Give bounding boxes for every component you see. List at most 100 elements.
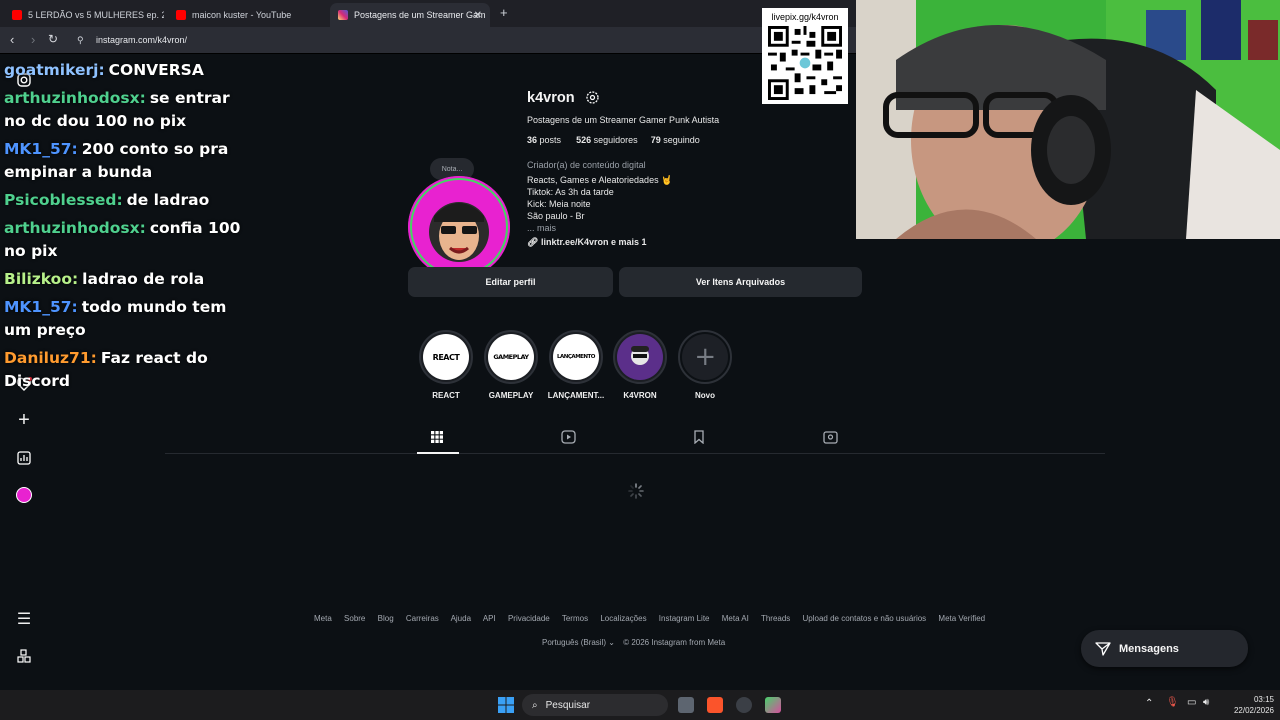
clock[interactable]: 03:15 22/02/2026 [1222, 694, 1274, 716]
threads-apps-icon[interactable] [14, 646, 34, 666]
following-count[interactable]: 79 [651, 135, 661, 145]
youtube-icon [176, 10, 186, 20]
highlight-gameplay[interactable]: GAMEPLAY [484, 330, 538, 384]
forward-icon[interactable]: › [31, 32, 35, 47]
chat-user: arthuzinhodosx: [4, 219, 146, 237]
profile-category: Criador(a) de conteúdo digital [527, 160, 646, 170]
browser-tab-1[interactable]: 5 LERDÃO vs 5 MULHERES ep. 2 - You [4, 3, 164, 27]
profile-link-text[interactable]: linktr.ee/K4vron e mais 1 [541, 237, 647, 247]
link-icon: 🔗︎ [527, 237, 539, 247]
bio-line: Kick: Meia noite [527, 199, 591, 209]
tab-title: maicon kuster - YouTube [192, 10, 292, 20]
footer-link[interactable]: Meta Verified [938, 614, 985, 623]
browser-tab-2[interactable]: maicon kuster - YouTube [168, 3, 328, 27]
footer-link[interactable]: Sobre [344, 614, 365, 623]
highlight-react[interactable]: REACT [419, 330, 473, 384]
footer-link[interactable]: API [483, 614, 496, 623]
saved-bookmark-icon[interactable] [693, 430, 709, 446]
footer-link[interactable]: Threads [761, 614, 790, 623]
profile-link[interactable]: 🔗︎ linktr.ee/K4vron e mais 1 [527, 237, 647, 248]
edit-profile-button[interactable]: Editar perfil [408, 267, 613, 297]
close-tab-icon[interactable]: ✕ [474, 10, 482, 21]
windows-start-icon[interactable] [498, 697, 514, 713]
messages-label: Mensagens [1119, 642, 1179, 655]
active-tab-indicator [417, 452, 459, 454]
clock-date: 22/02/2026 [1233, 706, 1274, 715]
followers-label[interactable]: seguidores [594, 135, 638, 145]
chat-message: arthuzinhodosx: se entrar no dc dou 100 n… [4, 87, 254, 133]
copyright-text: © 2026 Instagram from Meta [623, 638, 726, 647]
chat-user: MK1_57: [4, 298, 78, 316]
footer-link[interactable]: Meta AI [722, 614, 749, 623]
footer-link[interactable]: Blog [378, 614, 394, 623]
obs-icon[interactable] [736, 697, 752, 713]
footer-link[interactable]: Localizações [600, 614, 646, 623]
settings-gear-icon[interactable] [585, 90, 600, 110]
chat-message: Bilizkoo: ladrao de rola [4, 268, 254, 291]
browser-tab-active[interactable]: Postagens de um Streamer Gam ✕ [330, 3, 490, 27]
footer-meta: Português (Brasil) ⌄ © 2026 Instagram fr… [542, 638, 725, 647]
footer-link[interactable]: Carreiras [406, 614, 439, 623]
chat-text: ladrao de rola [82, 270, 205, 288]
highlight-art: LANÇAMENTO [553, 334, 599, 380]
site-info-icon[interactable]: ⚲ [77, 35, 84, 46]
create-icon[interactable]: + [14, 409, 34, 431]
footer-link[interactable]: Termos [562, 614, 588, 623]
footer-link[interactable]: Privacidade [508, 614, 550, 623]
posts-grid-icon[interactable] [430, 430, 446, 446]
followers-count[interactable]: 526 [576, 135, 591, 145]
highlight-k4vron[interactable] [613, 330, 667, 384]
chat-message: Psicoblessed: de ladrao [4, 189, 254, 212]
network-icon[interactable]: ▭ [1187, 697, 1196, 708]
microphone-icon[interactable]: 🎙︎ [1166, 697, 1179, 708]
footer-link[interactable]: Meta [314, 614, 332, 623]
following-label[interactable]: seguindo [663, 135, 700, 145]
chat-message: goatmikerj: CONVERSA [4, 59, 254, 82]
profile-avatar-icon[interactable] [14, 485, 34, 505]
bio-line: Reacts, Games e Aleatoriedades 🤘 [527, 175, 673, 185]
url-field[interactable]: instagram.com/k4vron/ [96, 35, 187, 45]
chevron-down-icon[interactable]: ⌄ [608, 638, 617, 647]
plus-icon: + [682, 334, 728, 380]
chat-text: de ladrao [126, 191, 210, 209]
bio-more-link[interactable]: ... mais [527, 222, 672, 234]
chat-user: Bilizkoo: [4, 270, 79, 288]
chat-user: arthuzinhodosx: [4, 89, 146, 107]
instagram-icon [338, 10, 348, 20]
footer-link[interactable]: Upload de contatos e não usuários [803, 614, 927, 623]
dashboard-icon[interactable] [14, 448, 34, 468]
volume-icon[interactable]: 🔊︎ [1203, 697, 1209, 708]
new-tab-icon[interactable]: + [500, 5, 508, 20]
youtube-icon [12, 10, 22, 20]
highlight-label: LANÇAMENT... [547, 391, 605, 400]
footer-link[interactable]: Instagram Lite [659, 614, 710, 623]
brave-browser-icon[interactable] [707, 697, 723, 713]
chat-user: goatmikerj: [4, 61, 105, 79]
tagged-icon[interactable] [823, 430, 839, 446]
highlight-new[interactable]: + [678, 330, 732, 384]
profile-avatar[interactable] [408, 176, 510, 278]
highlight-art: REACT [423, 334, 469, 380]
search-placeholder: Pesquisar [545, 699, 591, 711]
reload-icon[interactable]: ↻ [48, 32, 58, 46]
chat-message: MK1_57: todo mundo tem um preço [4, 296, 254, 342]
chat-message: arthuzinhodosx: confia 100 no pix [4, 217, 254, 263]
messages-button[interactable]: Mensagens [1081, 630, 1248, 667]
highlight-lancamento[interactable]: LANÇAMENTO [549, 330, 603, 384]
back-icon[interactable]: ‹ [10, 32, 14, 47]
chat-message: MK1_57: 200 conto so pra empinar a bunda [4, 138, 254, 184]
reels-icon[interactable] [561, 430, 577, 446]
app-icon[interactable] [765, 697, 781, 713]
livepix-qr-overlay: livepix.gg/k4vron [762, 8, 848, 104]
footer-link[interactable]: Ajuda [451, 614, 471, 623]
view-archive-button[interactable]: Ver Itens Arquivados [619, 267, 862, 297]
footer-links: Meta Sobre Blog Carreiras Ajuda API Priv… [314, 614, 995, 623]
windows-taskbar: ⌕ Pesquisar ⌃ 🎙︎ ▭ 🔊︎ 03:15 22/02/2026 [0, 690, 1280, 720]
language-select[interactable]: Português (Brasil) [542, 638, 606, 647]
file-explorer-icon[interactable] [678, 697, 694, 713]
chat-user: Psicoblessed: [4, 191, 123, 209]
menu-icon[interactable]: ☰ [14, 609, 34, 629]
tray-chevron-icon[interactable]: ⌃ [1145, 698, 1153, 709]
taskbar-search[interactable]: ⌕ Pesquisar [522, 694, 668, 716]
bio-line: São paulo - Br [527, 211, 585, 221]
